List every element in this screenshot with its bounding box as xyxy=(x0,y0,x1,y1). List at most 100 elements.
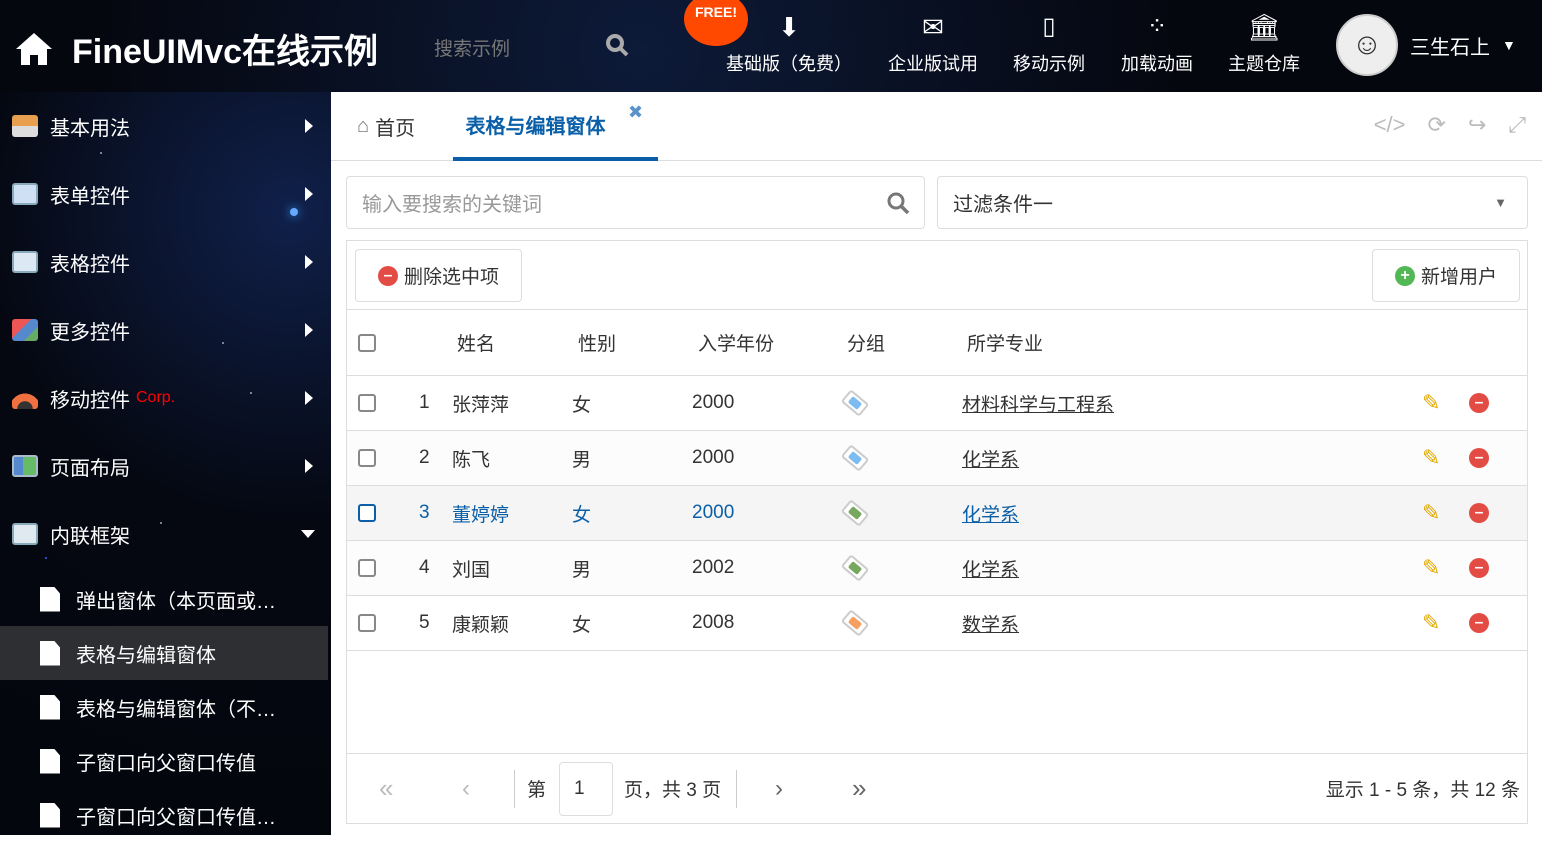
avatar: ☺ xyxy=(1336,14,1398,76)
column-header[interactable]: 姓名 xyxy=(457,310,495,375)
page-prefix: 第 xyxy=(527,780,547,801)
edit-pencil-icon[interactable]: ✎ xyxy=(1422,596,1440,650)
cell-year: 2000 xyxy=(692,392,735,413)
document-icon xyxy=(40,748,60,774)
cell-major-link[interactable]: 数学系 xyxy=(962,596,1019,650)
select-all-checkbox[interactable] xyxy=(358,333,376,352)
sidebar-item-mobile[interactable]: 移动控件 Corp. xyxy=(0,364,331,432)
share-icon[interactable]: ↪ xyxy=(1468,112,1486,138)
cell-name: 康颖颖 xyxy=(452,614,510,636)
nav-basic[interactable]: ⬇ 基础版（免费） xyxy=(726,12,852,76)
sidebar-item-form[interactable]: 表单控件 xyxy=(0,160,331,228)
sidebar-subitem[interactable]: 弹出窗体（本页面或… xyxy=(0,572,328,626)
column-header[interactable]: 入学年份 xyxy=(698,310,774,375)
delete-row-icon[interactable]: – xyxy=(1469,448,1489,468)
cell-year: 2000 xyxy=(692,502,735,523)
table-row[interactable]: 2 陈飞 男 2000 化学系 ✎ – xyxy=(347,431,1527,486)
cell-major-link[interactable]: 化学系 xyxy=(962,486,1019,540)
delete-row-icon[interactable]: – xyxy=(1469,558,1489,578)
user-menu[interactable]: ☺ 三生石上 ▼ xyxy=(1336,14,1516,76)
main-panel: ⌂ 首页 表格与编辑窗体 ✖ </> ⟳ ↪ ⤢ 输入要搜索的关键词 过滤条件一 ▼ – 删… xyxy=(331,92,1542,835)
row-checkbox[interactable] xyxy=(358,449,376,467)
form-icon xyxy=(12,183,38,205)
sidebar-subitem[interactable]: 子窗口向父窗口传值 xyxy=(0,734,328,788)
document-icon xyxy=(40,586,60,612)
nav-mobile[interactable]: ▯ 移动示例 xyxy=(1013,12,1085,76)
page-number-input[interactable]: 1 xyxy=(559,762,613,816)
corp-badge: Corp. xyxy=(136,389,176,406)
header-search-input[interactable]: 搜索示例 xyxy=(434,34,510,61)
refresh-icon[interactable]: ⟳ xyxy=(1428,112,1446,138)
nav-themes[interactable]: 🏛 主题仓库 xyxy=(1228,12,1300,76)
tag-icon xyxy=(840,499,870,527)
home-icon xyxy=(12,115,38,137)
row-checkbox[interactable] xyxy=(358,394,376,412)
delete-row-icon[interactable]: – xyxy=(1469,613,1489,633)
close-icon[interactable]: ✖ xyxy=(628,102,643,123)
blocks-icon xyxy=(12,319,38,341)
column-header[interactable]: 所学专业 xyxy=(967,310,1043,375)
mobile-icon: ▯ xyxy=(1042,13,1056,40)
sidebar-item-layout[interactable]: 页面布局 xyxy=(0,432,331,500)
caret-down-icon: ▼ xyxy=(1502,37,1516,53)
row-checkbox[interactable] xyxy=(358,559,376,577)
edit-pencil-icon[interactable]: ✎ xyxy=(1422,376,1440,430)
row-checkbox[interactable] xyxy=(358,614,376,632)
filter-select[interactable]: 过滤条件一 ▼ xyxy=(937,176,1528,229)
next-page-icon[interactable]: › xyxy=(775,754,783,823)
tab-home[interactable]: ⌂ 首页 xyxy=(357,92,415,161)
tag-icon xyxy=(840,444,870,472)
sidebar: 基本用法 表单控件 表格控件 更多控件 移动控件 Corp. 页面布局 内联框架 … xyxy=(0,92,331,835)
edit-pencil-icon[interactable]: ✎ xyxy=(1422,541,1440,595)
tag-icon xyxy=(840,609,870,637)
cell-major-link[interactable]: 材料科学与工程系 xyxy=(962,376,1114,430)
edit-pencil-icon[interactable]: ✎ xyxy=(1422,431,1440,485)
sidebar-item-grid[interactable]: 表格控件 xyxy=(0,228,331,296)
add-user-button[interactable]: + 新增用户 xyxy=(1371,249,1520,302)
radar-icon xyxy=(12,387,38,409)
sidebar-subitem[interactable]: 表格与编辑窗体（不… xyxy=(0,680,328,734)
document-icon xyxy=(40,640,60,666)
last-page-icon[interactable]: » xyxy=(852,754,866,823)
nav-loading[interactable]: ⁘ 加载动画 xyxy=(1121,12,1193,76)
sidebar-subitem[interactable]: 子窗口向父窗口传值… xyxy=(0,788,328,842)
cell-gender: 女 xyxy=(572,394,592,416)
top-header: FineUIMvc在线示例 搜索示例 FREE! ⬇ 基础版（免费） ✉ 企业版试用… xyxy=(0,0,1542,92)
tab-strip: ⌂ 首页 表格与编辑窗体 ✖ </> ⟳ ↪ ⤢ xyxy=(331,92,1542,161)
table-row[interactable]: 1 张萍萍 女 2000 材料科学与工程系 ✎ – xyxy=(347,376,1527,431)
sidebar-subitem-active[interactable]: 表格与编辑窗体 xyxy=(0,626,328,680)
delete-row-icon[interactable]: – xyxy=(1469,503,1489,523)
cell-major-link[interactable]: 化学系 xyxy=(962,431,1019,485)
nav-enterprise[interactable]: ✉ 企业版试用 xyxy=(888,12,978,76)
edit-pencil-icon[interactable]: ✎ xyxy=(1422,486,1440,540)
tag-icon xyxy=(840,554,870,582)
sidebar-item-more[interactable]: 更多控件 xyxy=(0,296,331,364)
chevron-right-icon xyxy=(305,119,313,133)
search-icon[interactable] xyxy=(886,191,910,215)
sidebar-item-iframe[interactable]: 内联框架 xyxy=(0,500,331,568)
page-suffix: 页，共 3 页 xyxy=(624,780,722,801)
cell-major-link[interactable]: 化学系 xyxy=(962,541,1019,595)
row-checkbox[interactable] xyxy=(358,504,376,522)
table-row[interactable]: 5 康颖颖 女 2008 数学系 ✎ – xyxy=(347,596,1527,651)
search-input[interactable]: 输入要搜索的关键词 xyxy=(346,176,925,229)
layout-icon xyxy=(12,455,38,477)
code-icon[interactable]: </> xyxy=(1374,112,1406,138)
table-row[interactable]: 3 董婷婷 女 2000 化学系 ✎ – xyxy=(347,486,1527,541)
table-row[interactable]: 4 刘国 男 2002 化学系 ✎ – xyxy=(347,541,1527,596)
prev-page-icon[interactable]: ‹ xyxy=(462,754,470,823)
chevron-right-icon xyxy=(305,391,313,405)
search-icon[interactable] xyxy=(604,32,630,58)
expand-icon[interactable]: ⤢ xyxy=(1508,112,1526,138)
logo[interactable]: FineUIMvc在线示例 xyxy=(14,24,378,73)
chevron-down-icon xyxy=(301,530,315,538)
delete-selected-button[interactable]: – 删除选中项 xyxy=(355,249,523,302)
sidebar-item-basic[interactable]: 基本用法 xyxy=(0,92,331,160)
column-header[interactable]: 分组 xyxy=(847,310,885,375)
delete-row-icon[interactable]: – xyxy=(1469,393,1489,413)
bank-icon: 🏛 xyxy=(1247,12,1281,42)
table-icon xyxy=(12,251,38,273)
column-header[interactable]: 性别 xyxy=(578,310,616,375)
row-number: 2 xyxy=(419,447,430,468)
first-page-icon[interactable]: « xyxy=(379,754,393,823)
